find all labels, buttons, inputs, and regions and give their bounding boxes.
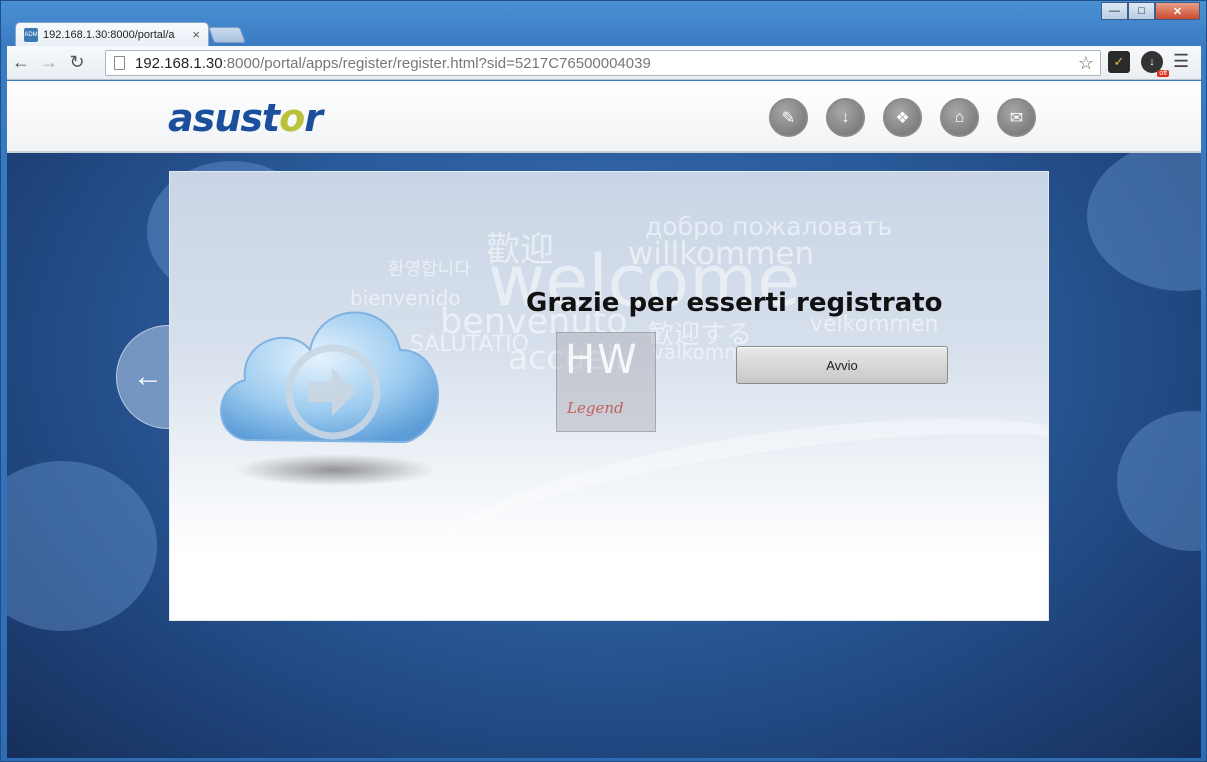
mail-icon[interactable]: ✉ xyxy=(997,98,1036,137)
logo-accent: o xyxy=(279,96,305,140)
extension-download-icon[interactable]: ↓ off xyxy=(1141,51,1169,77)
window-controls: — □ ✕ xyxy=(1101,2,1200,20)
page-viewport: asustor ✎ ↓ ❖ ⌂ ✉ ← welcome добро пожало… xyxy=(7,81,1201,758)
reload-icon[interactable]: ↻ xyxy=(63,49,91,77)
background-cloud xyxy=(1087,141,1201,291)
bookmark-star-icon[interactable]: ☆ xyxy=(1078,53,1094,74)
tab-title: 192.168.1.30:8000/portal/a xyxy=(43,28,175,41)
welcome-word: willkommen xyxy=(628,236,815,272)
extension-badge: off xyxy=(1157,70,1169,77)
download-icon[interactable]: ↓ xyxy=(826,98,865,137)
site-header: asustor ✎ ↓ ❖ ⌂ ✉ xyxy=(7,81,1201,153)
bank-icon[interactable]: ⌂ xyxy=(940,98,979,137)
maximize-button[interactable]: □ xyxy=(1128,2,1155,20)
minimize-button[interactable]: — xyxy=(1101,2,1128,20)
page-icon xyxy=(114,56,125,70)
back-icon[interactable]: ← xyxy=(7,49,35,77)
puzzle-icon[interactable]: ❖ xyxy=(883,98,922,137)
browser-window: — □ ✕ ADM 192.168.1.30:8000/portal/a × ←… xyxy=(0,0,1207,762)
address-bar[interactable]: 192.168.1.30:8000/portal/apps/register/r… xyxy=(105,50,1101,76)
browser-tab[interactable]: ADM 192.168.1.30:8000/portal/a × xyxy=(15,22,209,46)
registration-card: welcome добро пожаловать willkommen 歡迎 환… xyxy=(169,171,1049,621)
extension-icon[interactable]: ✓ xyxy=(1108,51,1130,73)
favicon-icon: ADM xyxy=(24,27,38,42)
asustor-logo[interactable]: asustor xyxy=(168,96,323,140)
url-path: :8000/portal/apps/register/register.html… xyxy=(222,54,651,72)
background-cloud xyxy=(7,461,157,631)
start-button[interactable]: Avvio xyxy=(736,346,948,384)
new-tab-button[interactable] xyxy=(208,27,246,43)
watermark-top: HW xyxy=(565,337,639,383)
watermark-bottom: Legend xyxy=(567,399,624,417)
page-title: Grazie per esserti registrato xyxy=(526,288,943,318)
background-cloud xyxy=(1117,411,1201,551)
cloud-arrow-icon xyxy=(220,311,439,486)
forward-icon[interactable]: → xyxy=(35,49,63,77)
header-icon-group: ✎ ↓ ❖ ⌂ ✉ xyxy=(769,98,1036,137)
logo-text: asust xyxy=(168,96,280,140)
browser-toolbar: ← → ↻ 192.168.1.30:8000/portal/apps/regi… xyxy=(7,46,1201,80)
menu-icon[interactable]: ☰ xyxy=(1173,51,1189,72)
logo-text-end: r xyxy=(304,96,323,140)
welcome-word: 환영합니다 xyxy=(388,259,471,280)
decorative-swoosh xyxy=(422,384,1048,620)
url-host: 192.168.1.30 xyxy=(135,54,223,72)
close-window-button[interactable]: ✕ xyxy=(1155,2,1200,20)
welcome-word: 歡迎 xyxy=(486,230,554,270)
watermark-logo: HW Legend xyxy=(556,332,656,432)
chat-icon[interactable]: ✎ xyxy=(769,98,808,137)
close-tab-icon[interactable]: × xyxy=(192,27,200,42)
back-arrow-icon: ← xyxy=(133,360,163,393)
